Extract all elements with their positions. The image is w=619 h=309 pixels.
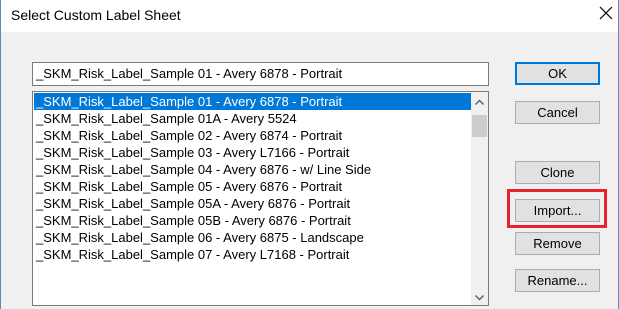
label-sheet-name-field[interactable]: _SKM_Risk_Label_Sample 01 - Avery 6878 -…	[32, 62, 489, 86]
list-item-selected[interactable]: _SKM_Risk_Label_Sample 01 - Avery 6878 -…	[34, 93, 472, 110]
cancel-button[interactable]: Cancel	[515, 101, 600, 124]
ok-button[interactable]: OK	[515, 62, 600, 85]
list-item[interactable]: _SKM_Risk_Label_Sample 02 - Avery 6874 -…	[34, 127, 472, 144]
dialog-window: Select Custom Label Sheet _SKM_Risk_Labe…	[0, 0, 619, 309]
title-bar: Select Custom Label Sheet	[1, 0, 618, 30]
scroll-thumb[interactable]	[472, 115, 487, 137]
close-button[interactable]	[593, 1, 619, 29]
remove-button[interactable]: Remove	[515, 232, 600, 255]
list-item[interactable]: _SKM_Risk_Label_Sample 07 - Avery L7168 …	[34, 246, 472, 263]
list-item[interactable]: _SKM_Risk_Label_Sample 05 - Avery 6876 -…	[34, 178, 472, 195]
scroll-down-arrow[interactable]	[471, 288, 488, 305]
clone-button[interactable]: Clone	[515, 161, 600, 184]
list-items: _SKM_Risk_Label_Sample 01 - Avery 6878 -…	[34, 93, 472, 263]
vertical-scrollbar[interactable]	[471, 92, 488, 305]
list-item[interactable]: _SKM_Risk_Label_Sample 04 - Avery 6876 -…	[34, 161, 472, 178]
list-item[interactable]: _SKM_Risk_Label_Sample 05B - Avery 6876 …	[34, 212, 472, 229]
scroll-up-arrow[interactable]	[471, 92, 488, 109]
list-item[interactable]: _SKM_Risk_Label_Sample 01A - Avery 5524	[34, 110, 472, 127]
chevron-down-icon	[475, 288, 484, 306]
close-icon	[599, 6, 613, 25]
label-sheet-list[interactable]: _SKM_Risk_Label_Sample 01 - Avery 6878 -…	[32, 91, 489, 306]
list-item[interactable]: _SKM_Risk_Label_Sample 05A - Avery 6876 …	[34, 195, 472, 212]
list-item[interactable]: _SKM_Risk_Label_Sample 03 - Avery L7166 …	[34, 144, 472, 161]
dialog-title: Select Custom Label Sheet	[11, 7, 181, 23]
list-item[interactable]: _SKM_Risk_Label_Sample 06 - Avery 6875 -…	[34, 229, 472, 246]
chevron-up-icon	[475, 92, 484, 110]
import-button[interactable]: Import...	[515, 199, 600, 222]
dialog-body: _SKM_Risk_Label_Sample 01 - Avery 6878 -…	[1, 32, 618, 309]
rename-button[interactable]: Rename...	[515, 269, 600, 292]
